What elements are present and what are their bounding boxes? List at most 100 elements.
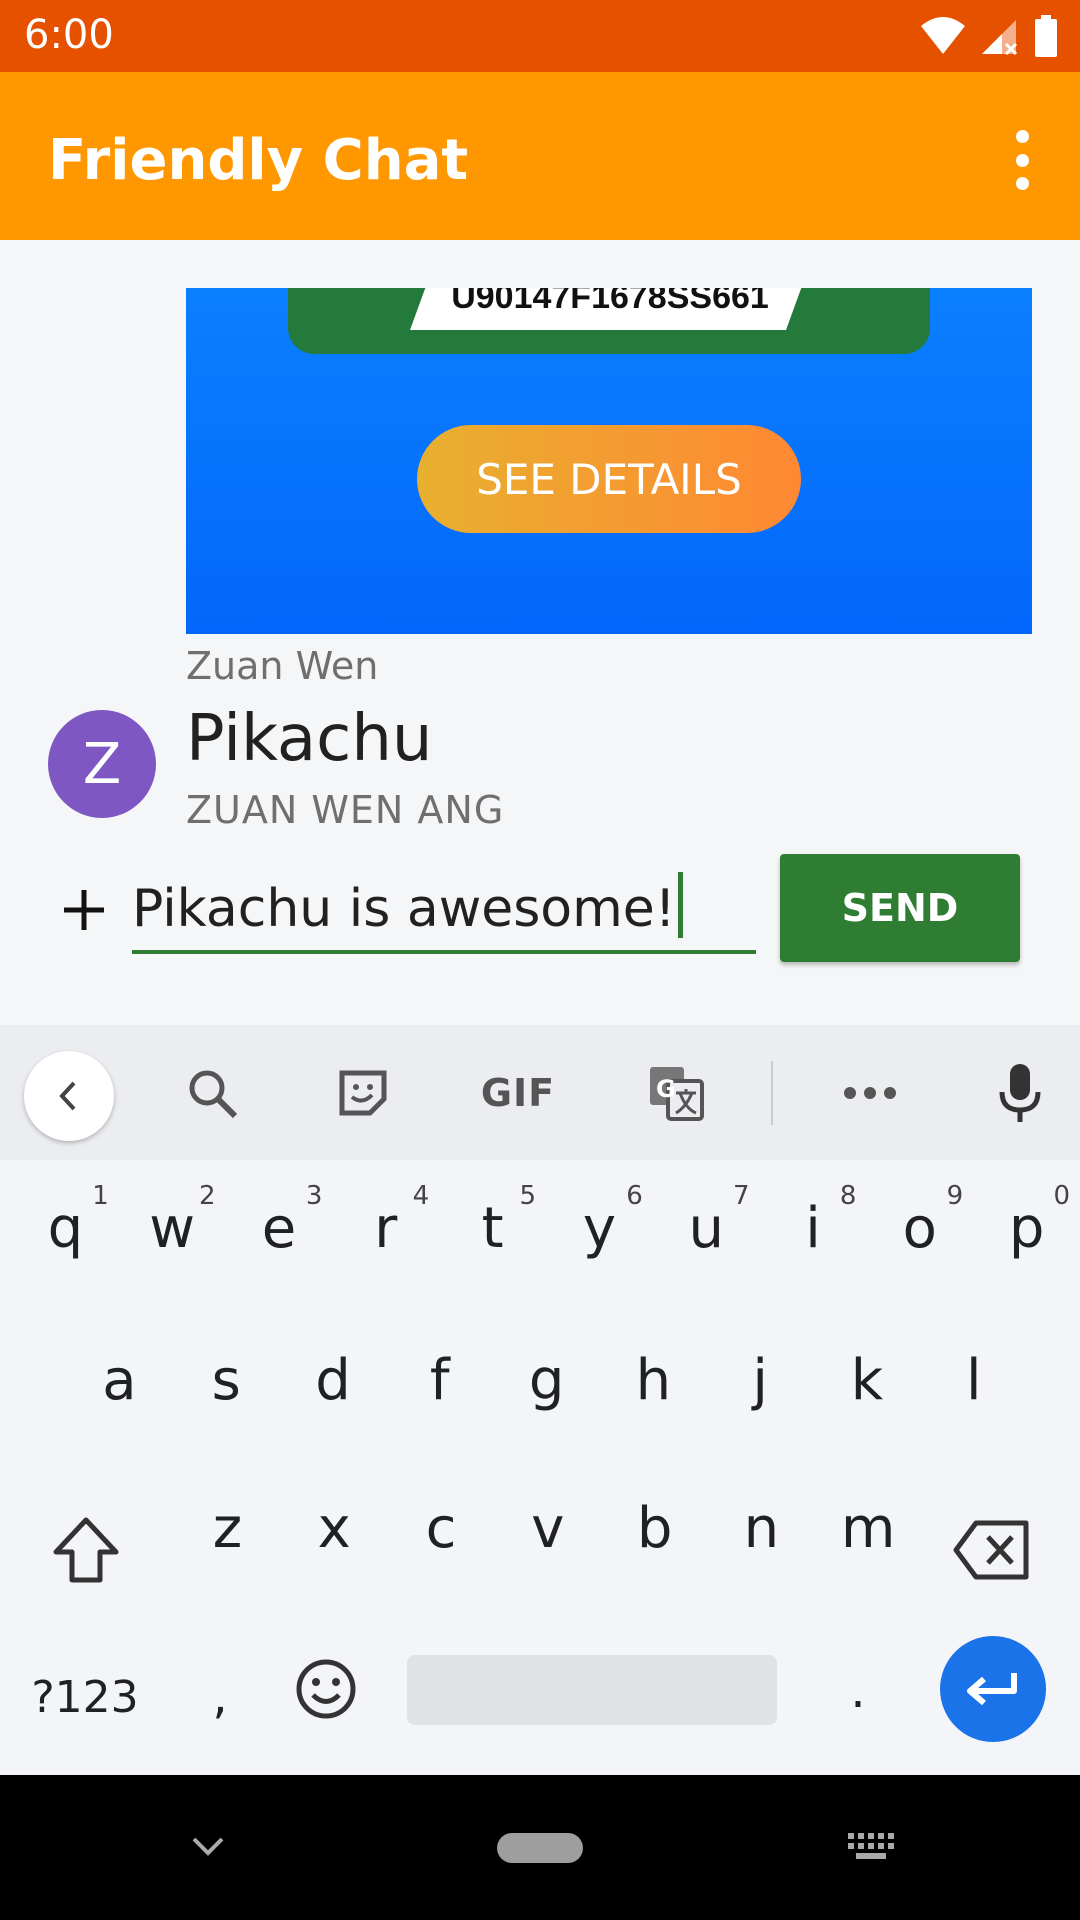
svg-text:G: G bbox=[656, 1075, 676, 1103]
key-label: o bbox=[902, 1195, 937, 1261]
key-label: r bbox=[374, 1195, 398, 1261]
app-bar: Friendly Chat bbox=[0, 72, 1080, 240]
key-hint: 8 bbox=[839, 1181, 857, 1211]
key-hint: 2 bbox=[199, 1181, 216, 1211]
key-v[interactable]: v bbox=[494, 1473, 601, 1583]
toolbar-divider bbox=[771, 1061, 773, 1125]
chevron-left-icon[interactable] bbox=[24, 1051, 114, 1141]
more-options-icon[interactable] bbox=[830, 1053, 910, 1133]
key-hint: 7 bbox=[733, 1181, 750, 1211]
key-i[interactable]: i8 bbox=[760, 1173, 867, 1283]
key-label: y bbox=[582, 1195, 616, 1261]
see-details-button[interactable]: SEE DETAILS bbox=[417, 425, 801, 533]
key-label: i bbox=[805, 1195, 821, 1261]
key-k[interactable]: k bbox=[814, 1325, 921, 1435]
symbols-key[interactable]: ?123 bbox=[20, 1655, 150, 1739]
key-s[interactable]: s bbox=[173, 1325, 280, 1435]
status-bar: 6:00 bbox=[0, 0, 1080, 72]
key-t[interactable]: t5 bbox=[439, 1173, 546, 1283]
key-hint: 4 bbox=[412, 1181, 430, 1211]
key-label: t bbox=[481, 1195, 504, 1261]
key-label: p bbox=[1008, 1195, 1045, 1261]
key-d[interactable]: d bbox=[280, 1325, 387, 1435]
avatar: Z bbox=[48, 710, 156, 818]
key-q[interactable]: q1 bbox=[12, 1173, 119, 1283]
key-e[interactable]: e3 bbox=[226, 1173, 333, 1283]
key-g[interactable]: g bbox=[493, 1325, 600, 1435]
message-sender: Zuan Wen bbox=[186, 644, 379, 688]
key-c[interactable]: c bbox=[388, 1473, 495, 1583]
microphone-icon[interactable] bbox=[980, 1053, 1060, 1133]
key-label: l bbox=[966, 1347, 982, 1413]
key-f[interactable]: f bbox=[386, 1325, 493, 1435]
keyboard-toolbar: GIF G bbox=[0, 1025, 1080, 1160]
message-sender: ZUAN WEN ANG bbox=[186, 788, 505, 832]
key-x[interactable]: x bbox=[281, 1473, 388, 1583]
chevron-down-icon[interactable] bbox=[188, 1833, 228, 1861]
battery-icon bbox=[1035, 15, 1057, 57]
enter-key[interactable] bbox=[940, 1636, 1046, 1742]
key-label: m bbox=[840, 1495, 896, 1561]
key-m[interactable]: m bbox=[815, 1473, 922, 1583]
key-label: g bbox=[528, 1347, 565, 1413]
coupon-card: U90147F1678SS661 bbox=[288, 288, 930, 354]
shift-key[interactable] bbox=[44, 1508, 128, 1592]
key-h[interactable]: h bbox=[600, 1325, 707, 1435]
key-n[interactable]: n bbox=[708, 1473, 815, 1583]
key-hint: 3 bbox=[305, 1181, 323, 1211]
key-label: a bbox=[102, 1347, 137, 1413]
key-hint: 1 bbox=[92, 1181, 109, 1211]
key-b[interactable]: b bbox=[601, 1473, 708, 1583]
key-hint: 9 bbox=[946, 1181, 964, 1211]
key-label: b bbox=[636, 1495, 673, 1561]
space-bar[interactable] bbox=[407, 1655, 777, 1725]
key-hint: 0 bbox=[1053, 1181, 1070, 1211]
cellular-signal-icon bbox=[982, 20, 1018, 56]
key-label: k bbox=[850, 1347, 884, 1413]
search-icon[interactable] bbox=[172, 1053, 252, 1133]
send-button[interactable]: SEND bbox=[780, 854, 1020, 962]
message-input[interactable]: Pikachu is awesome! bbox=[132, 858, 756, 954]
key-j[interactable]: j bbox=[707, 1325, 814, 1435]
key-label: q bbox=[47, 1195, 84, 1261]
gif-button[interactable]: GIF bbox=[478, 1053, 558, 1133]
status-time: 6:00 bbox=[24, 12, 114, 58]
emoji-icon[interactable] bbox=[284, 1647, 368, 1731]
key-label: j bbox=[752, 1347, 768, 1413]
key-u[interactable]: u7 bbox=[653, 1173, 760, 1283]
period-key[interactable]: . bbox=[818, 1649, 898, 1733]
key-r[interactable]: r4 bbox=[332, 1173, 439, 1283]
home-button[interactable] bbox=[497, 1833, 583, 1863]
key-p[interactable]: p0 bbox=[973, 1173, 1080, 1283]
comma-key[interactable]: , bbox=[180, 1655, 260, 1739]
message-composer: Pikachu is awesome! SEND bbox=[0, 840, 1080, 970]
key-label: v bbox=[531, 1495, 565, 1561]
key-label: n bbox=[743, 1495, 780, 1561]
add-icon[interactable] bbox=[56, 882, 112, 938]
key-label: u bbox=[688, 1195, 724, 1261]
key-label: x bbox=[317, 1495, 351, 1561]
key-hint: 5 bbox=[519, 1181, 536, 1211]
translate-icon[interactable]: G bbox=[636, 1053, 716, 1133]
key-label: e bbox=[261, 1195, 297, 1261]
overflow-menu-icon[interactable] bbox=[1004, 130, 1040, 190]
key-label: f bbox=[429, 1347, 450, 1413]
key-l[interactable]: l bbox=[920, 1325, 1027, 1435]
backspace-key[interactable] bbox=[950, 1508, 1034, 1592]
key-a[interactable]: a bbox=[66, 1325, 173, 1435]
key-y[interactable]: y6 bbox=[546, 1173, 653, 1283]
key-label: s bbox=[211, 1347, 241, 1413]
key-z[interactable]: z bbox=[174, 1473, 281, 1583]
keyboard: GIF G q1w2e3r4t5y6u7i8o9p0asdfghjklzxcvb… bbox=[0, 1025, 1080, 1775]
key-o[interactable]: o9 bbox=[866, 1173, 973, 1283]
coupon-code: U90147F1678SS661 bbox=[410, 288, 810, 330]
sticker-icon[interactable] bbox=[324, 1053, 404, 1133]
key-hint: 6 bbox=[626, 1181, 643, 1211]
image-message[interactable]: U90147F1678SS661 SEE DETAILS bbox=[186, 288, 1032, 634]
navigation-bar bbox=[0, 1775, 1080, 1920]
keyboard-switch-icon[interactable] bbox=[846, 1831, 896, 1863]
message-input-value: Pikachu is awesome! bbox=[132, 879, 676, 939]
key-w[interactable]: w2 bbox=[119, 1173, 226, 1283]
key-label: z bbox=[212, 1495, 243, 1561]
key-label: c bbox=[425, 1495, 457, 1561]
